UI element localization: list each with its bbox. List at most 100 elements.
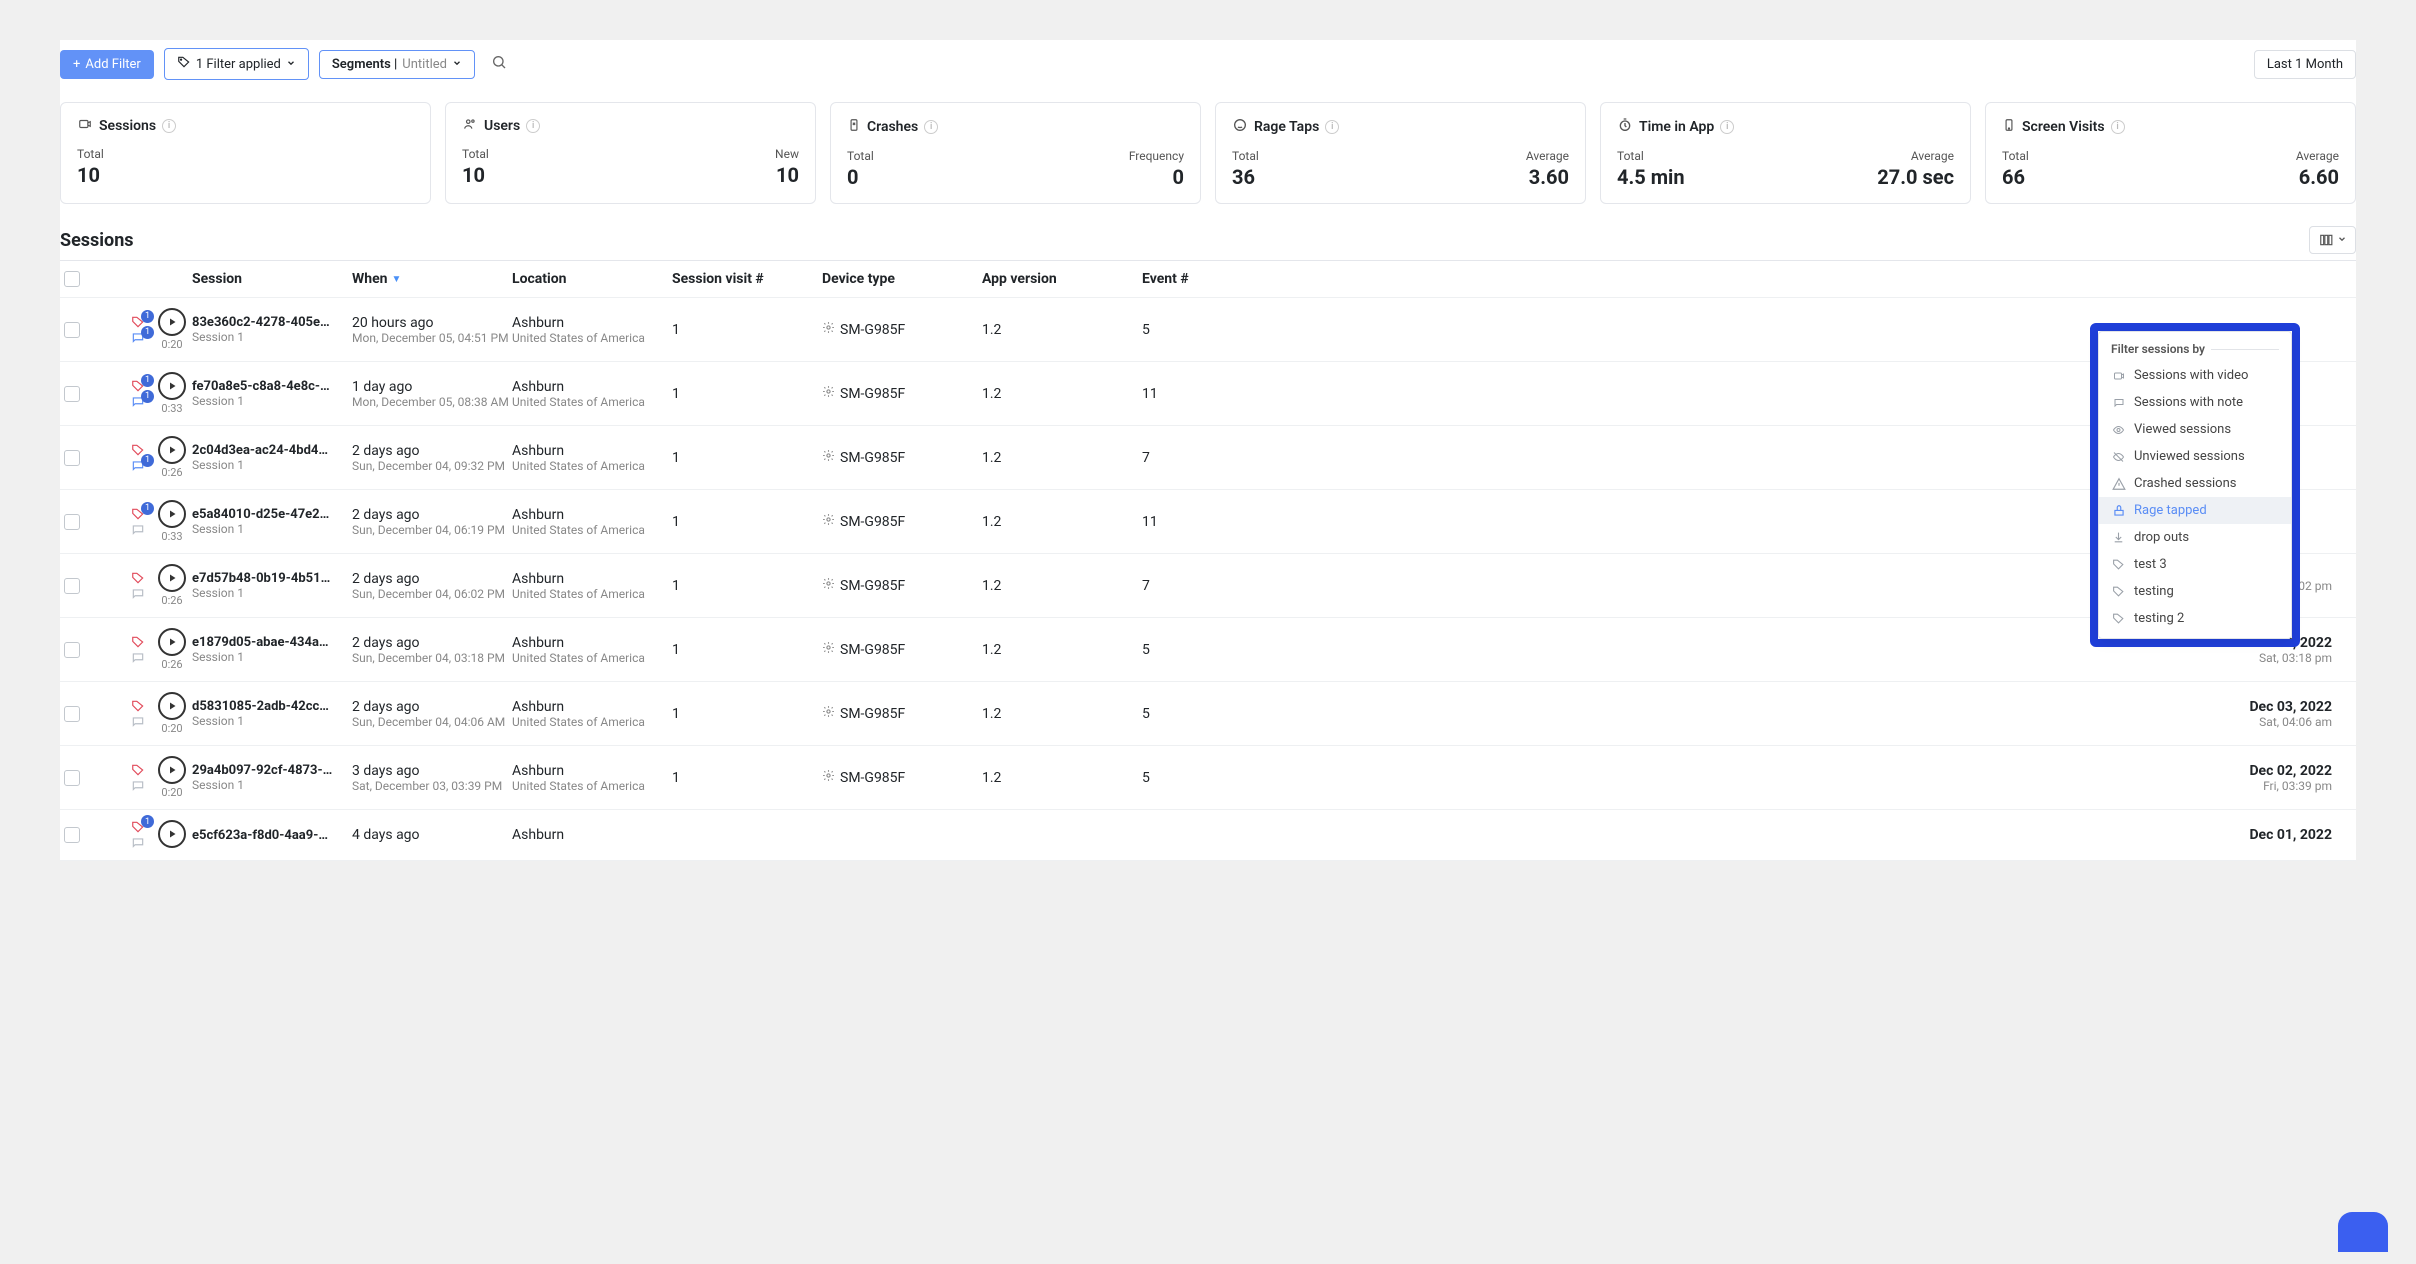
metric-value: 4.5 min — [1617, 165, 1685, 189]
quick-filter-item[interactable]: Sessions with video — [2099, 362, 2291, 389]
play-button[interactable] — [158, 628, 186, 656]
col-when[interactable]: When ▼ — [352, 271, 512, 287]
when-relative: 2 days ago — [352, 507, 512, 523]
tag-icon — [130, 571, 148, 585]
stat-icon — [77, 117, 93, 135]
table-row[interactable]: 1 0:33 e5a84010-d25e-47e2… Session 1 2 d… — [60, 490, 2356, 554]
table-row[interactable]: 1 1 0:33 fe70a8e5-c8a8-4e8c-… Session 1 … — [60, 362, 2356, 426]
quick-filter-item[interactable]: Rage tapped — [2099, 497, 2291, 524]
badge-count: 1 — [141, 502, 154, 515]
metric-value: 10 — [77, 163, 104, 187]
quick-filter-item[interactable]: testing 2 — [2099, 605, 2291, 632]
stat-card[interactable]: Rage Taps i Total 36 Average 3.60 — [1215, 102, 1586, 204]
filter-item-icon — [2111, 584, 2126, 599]
table-row[interactable]: 1 e5cf623a-f8d0-4aa9-… 4 days ago Ashbur… — [60, 810, 2356, 861]
info-icon[interactable]: i — [1325, 120, 1339, 134]
col-visit[interactable]: Session visit # — [672, 271, 822, 287]
row-badges — [104, 571, 152, 601]
metric-label: Average — [1877, 149, 1954, 163]
when-full: Sun, December 04, 09:32 PM — [352, 459, 512, 473]
location-country: United States of America — [512, 587, 672, 601]
add-filter-button[interactable]: + Add Filter — [60, 50, 154, 79]
row-checkbox[interactable] — [64, 322, 80, 338]
row-checkbox[interactable] — [64, 827, 80, 843]
gear-icon — [822, 385, 835, 402]
quick-filter-item[interactable]: test 3 — [2099, 551, 2291, 578]
add-filter-label: Add Filter — [85, 57, 140, 72]
select-all-checkbox[interactable] — [64, 271, 80, 287]
info-icon[interactable]: i — [2111, 120, 2125, 134]
search-icon[interactable] — [485, 48, 513, 80]
row-checkbox[interactable] — [64, 706, 80, 722]
location-city: Ashburn — [512, 635, 672, 651]
filter-item-icon — [2111, 503, 2126, 518]
col-when-label: When — [352, 271, 388, 287]
quick-filter-item[interactable]: Unviewed sessions — [2099, 443, 2291, 470]
play-button[interactable] — [158, 436, 186, 464]
location-country: United States of America — [512, 779, 672, 793]
row-checkbox[interactable] — [64, 770, 80, 786]
segments-dropdown[interactable]: Segments | Untitled — [319, 50, 475, 79]
quick-filter-popover: Filter sessions by Sessions with videoSe… — [2098, 331, 2292, 639]
col-events[interactable]: Event # — [1142, 271, 1262, 287]
table-row[interactable]: 0:26 e1879d05-abae-434a… Session 1 2 day… — [60, 618, 2356, 682]
play-button[interactable] — [158, 564, 186, 592]
table-row[interactable]: 1 1 0:20 83e360c2-4278-405e… Session 1 2… — [60, 298, 2356, 362]
table-row[interactable]: 0:20 d5831085-2adb-42cc… Session 1 2 day… — [60, 682, 2356, 746]
visit-count: 1 — [672, 322, 822, 338]
filter-item-label: Unviewed sessions — [2134, 449, 2245, 464]
quick-filter-item[interactable]: Viewed sessions — [2099, 416, 2291, 443]
visit-count: 1 — [672, 514, 822, 530]
when-full: Sun, December 04, 04:06 AM — [352, 715, 512, 729]
event-count: 11 — [1142, 514, 1262, 530]
row-checkbox[interactable] — [64, 514, 80, 530]
play-button[interactable] — [158, 308, 186, 336]
play-button[interactable] — [158, 756, 186, 784]
info-icon[interactable]: i — [1720, 120, 1734, 134]
play-button[interactable] — [158, 372, 186, 400]
metric-value: 36 — [1232, 165, 1259, 189]
info-icon[interactable]: i — [924, 120, 938, 134]
table-row[interactable]: 1 0:26 2c04d3ea-ac24-4bd4… Session 1 2 d… — [60, 426, 2356, 490]
quick-filter-highlight: Filter sessions by Sessions with videoSe… — [2090, 323, 2300, 647]
stat-card[interactable]: Screen Visits i Total 66 Average 6.60 — [1985, 102, 2356, 204]
quick-filter-item[interactable]: testing — [2099, 578, 2291, 605]
session-duration: 0:33 — [161, 530, 182, 543]
stat-card[interactable]: Crashes i Total 0 Frequency 0 — [830, 102, 1201, 204]
play-button[interactable] — [158, 692, 186, 720]
filter-applied-chip[interactable]: 1 Filter applied — [164, 48, 309, 80]
start-time: Fri, 03:39 pm — [1262, 779, 2332, 793]
info-icon[interactable]: i — [526, 119, 540, 133]
row-checkbox[interactable] — [64, 578, 80, 594]
quick-filter-item[interactable]: Crashed sessions — [2099, 470, 2291, 497]
session-duration: 0:20 — [161, 338, 182, 351]
quick-filter-item[interactable]: Sessions with note — [2099, 389, 2291, 416]
event-count: 11 — [1142, 386, 1262, 402]
quick-filter-item[interactable]: drop outs — [2099, 524, 2291, 551]
help-chat-launcher[interactable] — [2338, 1212, 2388, 1252]
row-checkbox[interactable] — [64, 450, 80, 466]
col-device[interactable]: Device type — [822, 271, 982, 287]
info-icon[interactable]: i — [162, 119, 176, 133]
play-button[interactable] — [158, 820, 186, 848]
session-duration: 0:26 — [161, 466, 182, 479]
table-row[interactable]: 0:20 29a4b097-92cf-4873-… Session 1 3 da… — [60, 746, 2356, 810]
col-session[interactable]: Session — [192, 271, 352, 287]
popover-title: Filter sessions by — [2111, 342, 2205, 356]
row-checkbox[interactable] — [64, 386, 80, 402]
when-full: Sun, December 04, 03:18 PM — [352, 651, 512, 665]
stat-card[interactable]: Sessions i Total 10 — [60, 102, 431, 204]
location-city: Ashburn — [512, 827, 672, 843]
session-number: Session 1 — [192, 650, 352, 664]
stat-card[interactable]: Time in App i Total 4.5 min Average 27.0… — [1600, 102, 1971, 204]
table-row[interactable]: 0:26 e7d57b48-0b19-4b51… Session 1 2 day… — [60, 554, 2356, 618]
stat-card[interactable]: Users i Total 10 New 10 — [445, 102, 816, 204]
location-city: Ashburn — [512, 699, 672, 715]
location-country: United States of America — [512, 395, 672, 409]
row-checkbox[interactable] — [64, 642, 80, 658]
daterange-button[interactable]: Last 1 Month — [2254, 50, 2356, 79]
columns-toggle-button[interactable] — [2309, 226, 2356, 254]
play-button[interactable] — [158, 500, 186, 528]
col-location[interactable]: Location — [512, 271, 672, 287]
col-appver[interactable]: App version — [982, 271, 1142, 287]
